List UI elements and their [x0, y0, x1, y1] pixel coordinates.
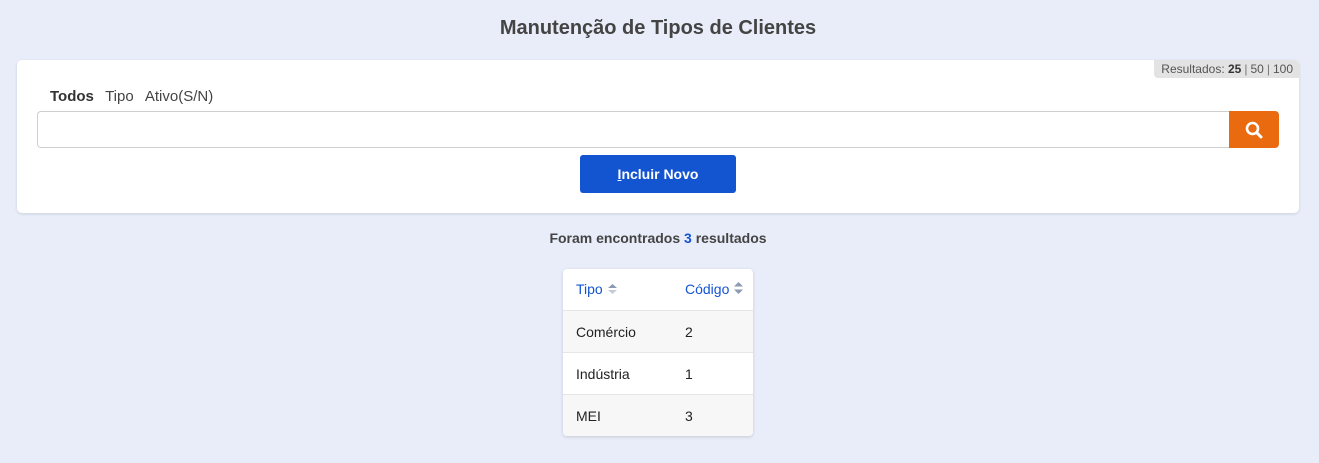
- page-title: Manutenção de Tipos de Clientes: [499, 17, 817, 39]
- column-header-label: Tipo: [576, 280, 603, 297]
- per-page-option-25[interactable]: 25: [1228, 62, 1241, 76]
- table-row[interactable]: MEI 3: [563, 394, 753, 436]
- results-per-page-label: Resultados:: [1161, 62, 1225, 76]
- results-table-card: Tipo Código Comércio 2 Indústria 1 MEI 3: [563, 269, 753, 436]
- results-prefix: Foram encontrados: [549, 230, 681, 246]
- results-suffix: resultados: [695, 230, 767, 246]
- results-table: Tipo Código Comércio 2 Indústria 1 MEI 3: [563, 269, 753, 436]
- cell-codigo: 3: [672, 394, 753, 436]
- search-icon: [1245, 121, 1263, 138]
- cell-tipo: MEI: [563, 394, 672, 436]
- cell-tipo: Comércio: [563, 310, 672, 353]
- add-new-button[interactable]: Incluir Novo: [580, 155, 736, 193]
- table-row[interactable]: Indústria 1: [563, 352, 753, 395]
- search-panel: Resultados: 25 | 50 | 100 Todos Tipo Ativo(S…: [17, 60, 1299, 213]
- results-count: 3: [684, 230, 692, 246]
- sort-icon: [607, 282, 618, 298]
- filter-tab-tipo[interactable]: Tipo: [105, 88, 134, 105]
- cell-tipo: Indústria: [563, 352, 672, 395]
- cell-codigo: 2: [672, 310, 753, 353]
- separator: |: [1244, 62, 1248, 76]
- filter-tab-ativo[interactable]: Ativo(S/N): [145, 88, 213, 105]
- sort-icon: [733, 281, 744, 298]
- filter-tab-todos[interactable]: Todos: [50, 88, 94, 105]
- results-summary: Foram encontrados 3 resultados: [0, 230, 1316, 246]
- per-page-option-100[interactable]: 100: [1273, 62, 1293, 76]
- separator: |: [1266, 62, 1270, 76]
- table-header-row: Tipo Código: [563, 269, 753, 311]
- results-per-page: Resultados: 25 | 50 | 100: [1154, 60, 1299, 78]
- column-header-tipo[interactable]: Tipo: [563, 269, 672, 311]
- cell-codigo: 1: [672, 352, 753, 395]
- search-bar: [37, 111, 1279, 148]
- search-input[interactable]: [37, 111, 1229, 148]
- add-new-label: ncluir Novo: [621, 166, 699, 182]
- column-header-label: Código: [685, 280, 730, 297]
- column-header-codigo[interactable]: Código: [672, 269, 753, 311]
- table-row[interactable]: Comércio 2: [563, 310, 753, 353]
- search-button[interactable]: [1229, 111, 1279, 148]
- per-page-option-50[interactable]: 50: [1250, 62, 1263, 76]
- filter-tabs: Todos Tipo Ativo(S/N): [50, 88, 220, 105]
